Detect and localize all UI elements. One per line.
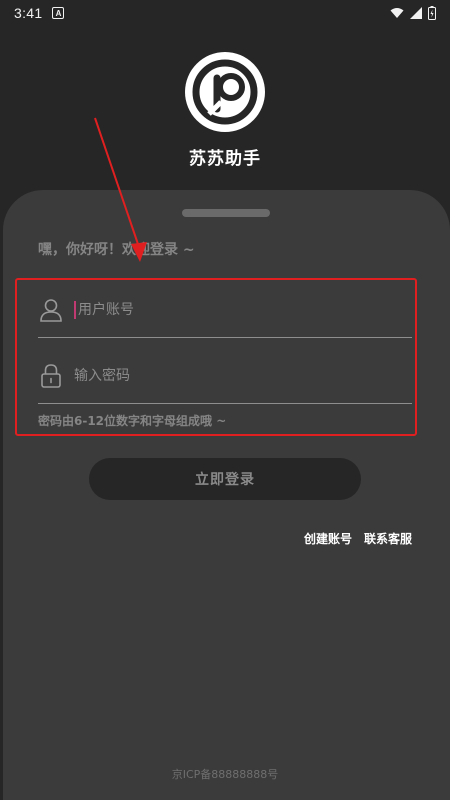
welcome-text: 嘿，你好呀！欢迎登录 ~ xyxy=(38,242,195,258)
app-name: 苏苏助手 xyxy=(189,149,261,169)
login-button[interactable]: 立即登录 xyxy=(89,458,361,500)
wifi-icon xyxy=(390,8,404,18)
app-notification-icon: A xyxy=(52,7,65,19)
signal-icon xyxy=(410,7,422,19)
account-links: 创建账号 联系客服 xyxy=(304,530,412,547)
status-icons xyxy=(390,6,436,20)
icp-license-text: 京ICP备88888888号 xyxy=(171,768,279,781)
contact-support-link[interactable]: 联系客服 xyxy=(364,530,412,547)
status-bar: 3:41 A xyxy=(0,0,450,26)
sheet-grab-handle[interactable] xyxy=(182,209,270,217)
app-logo xyxy=(185,52,265,132)
status-time: 3:41 xyxy=(14,5,43,21)
p-logo-icon xyxy=(185,52,265,132)
battery-icon xyxy=(428,6,436,20)
create-account-link[interactable]: 创建账号 xyxy=(304,530,352,547)
annotation-highlight-box xyxy=(15,278,417,436)
